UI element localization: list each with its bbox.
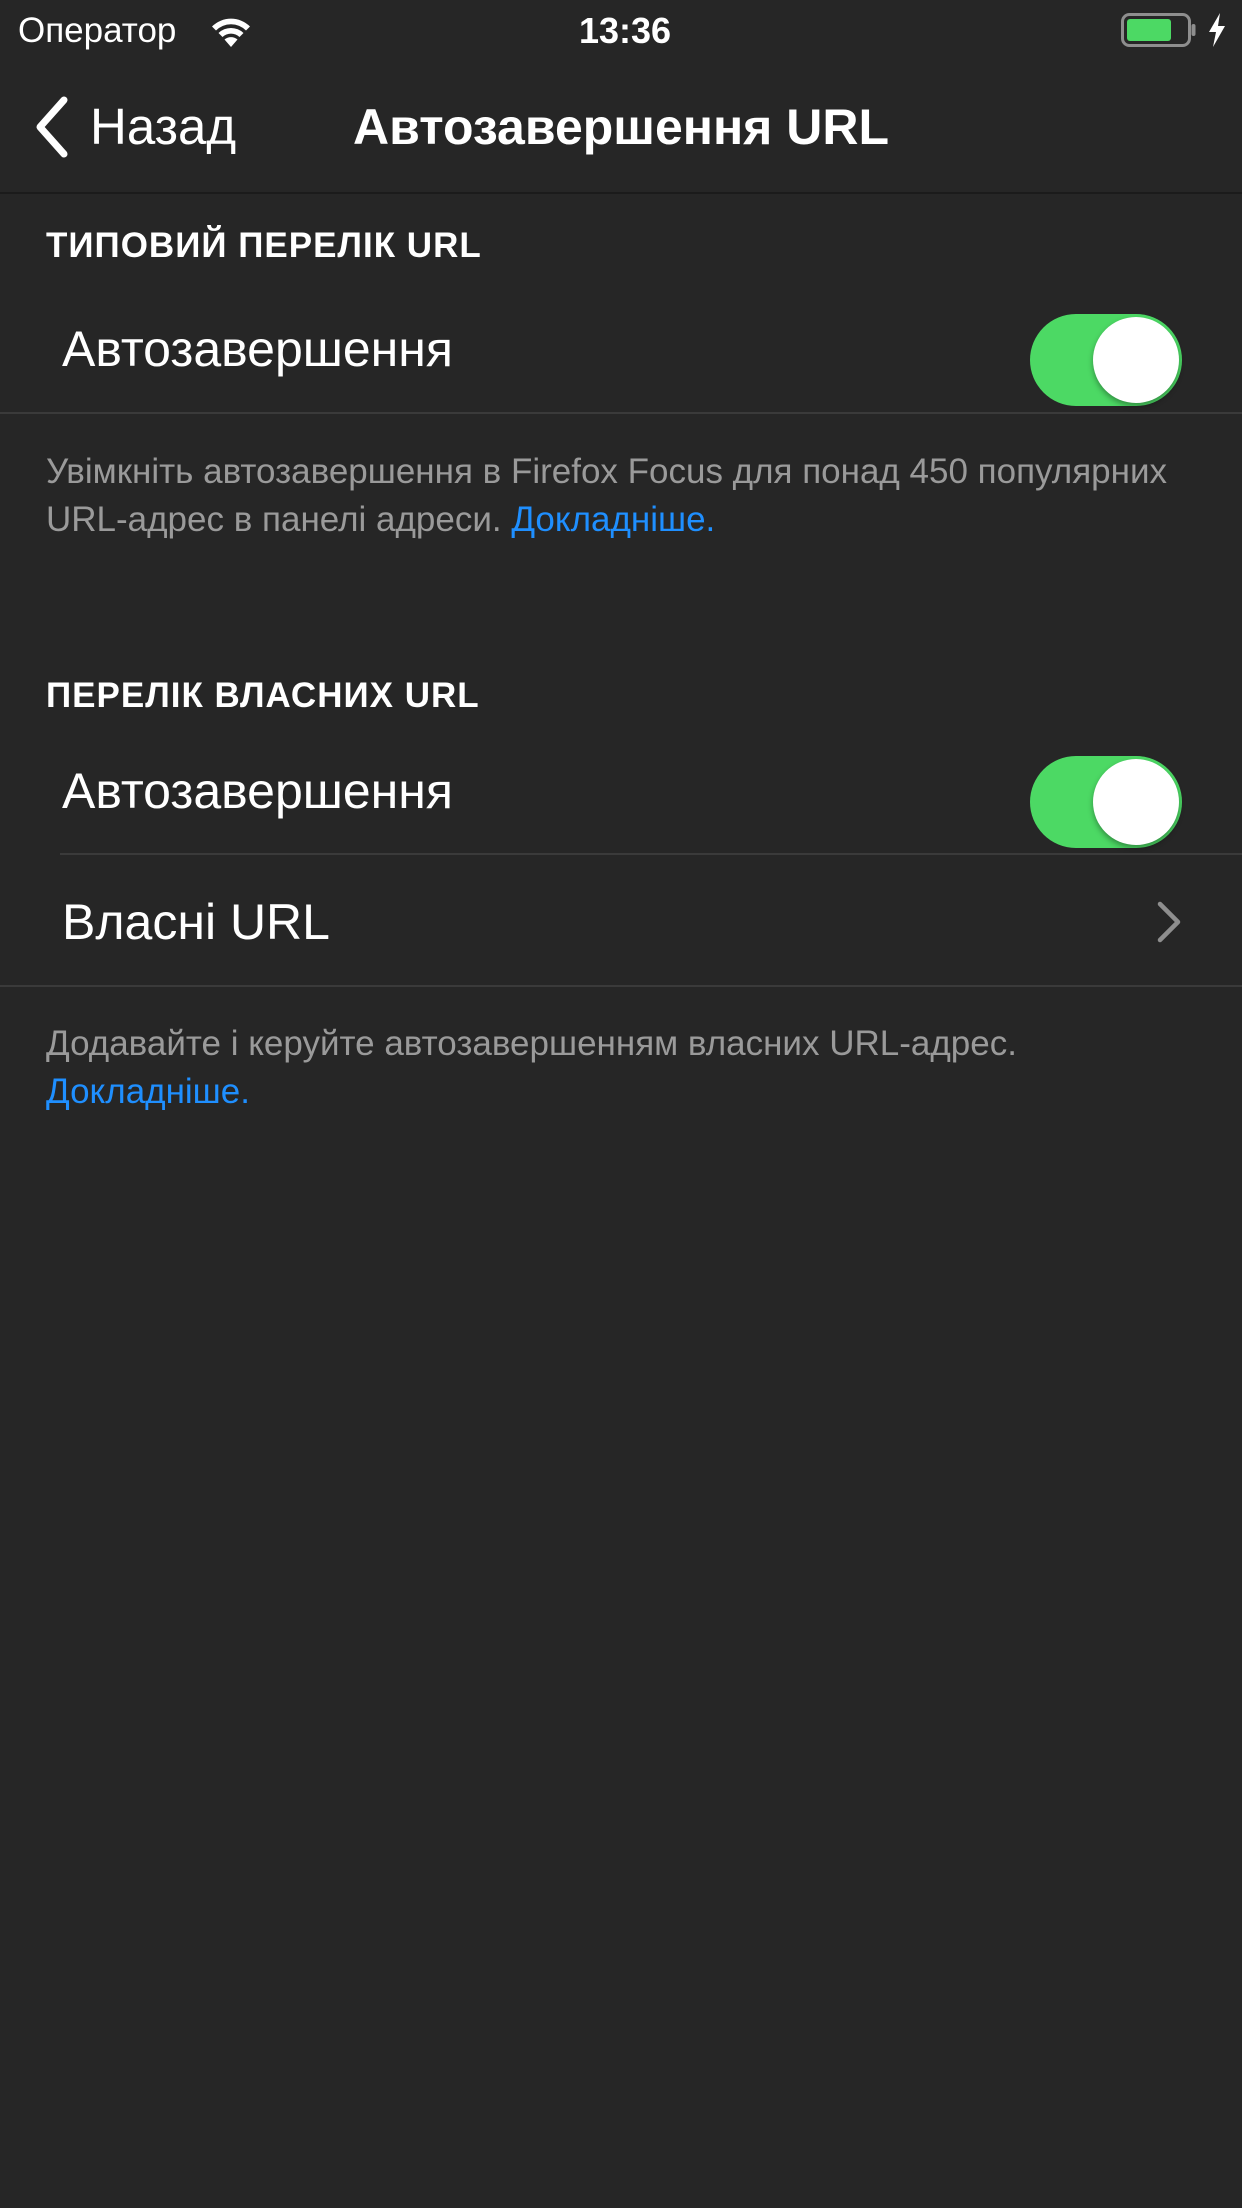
back-button[interactable]: Назад (32, 92, 236, 162)
row-default-autocomplete: Автозавершення (0, 284, 1242, 414)
row-label: Власні URL (62, 894, 330, 950)
section-header-default-list: ТИПОВИЙ ПЕРЕЛІК URL (46, 226, 482, 265)
chevron-left-icon (36, 96, 68, 158)
footer-text: Додавайте і керуйте автозавершенням влас… (46, 1024, 1017, 1063)
row-custom-autocomplete: Автозавершення (0, 726, 1242, 856)
row-label: Автозавершення (62, 321, 453, 377)
section-footer-custom-list: Додавайте і керуйте автозавершенням влас… (46, 1020, 1196, 1116)
divider (0, 985, 1242, 987)
toggle-knob (1093, 317, 1179, 403)
toggle-knob (1093, 759, 1179, 845)
divider (60, 853, 1242, 855)
back-label: Назад (90, 98, 237, 155)
divider (0, 412, 1242, 414)
learn-more-link[interactable]: Докладніше. (511, 500, 715, 539)
battery-icon (1121, 13, 1196, 47)
default-autocomplete-toggle[interactable] (1030, 314, 1182, 406)
section-footer-default-list: Увімкніть автозавершення в Firefox Focus… (46, 448, 1196, 544)
navigation-bar: Автозавершення URL Назад (0, 62, 1242, 194)
row-custom-urls[interactable]: Власні URL (0, 857, 1242, 987)
row-label: Автозавершення (62, 763, 453, 819)
section-header-custom-list: ПЕРЕЛІК ВЛАСНИХ URL (46, 676, 480, 715)
charging-icon (1209, 13, 1225, 47)
status-time: 13:36 (578, 10, 672, 51)
learn-more-link[interactable]: Докладніше. (46, 1072, 250, 1111)
chevron-right-icon (1157, 901, 1181, 943)
status-bar: Оператор 13:36 (0, 0, 1242, 62)
custom-autocomplete-toggle[interactable] (1030, 756, 1182, 848)
